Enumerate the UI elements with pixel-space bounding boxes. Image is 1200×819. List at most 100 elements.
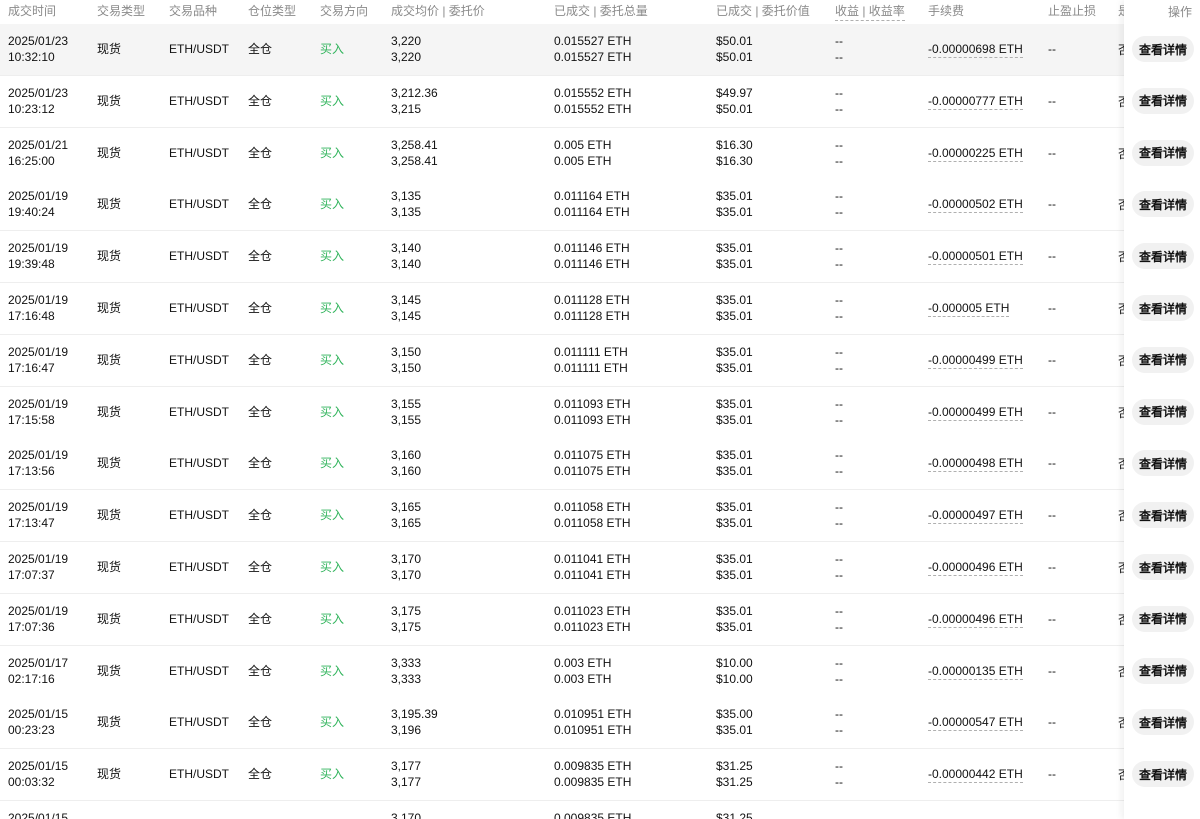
cell-tpsl: --	[1048, 663, 1056, 678]
cell-time: 2025/01/23 10:23:12	[8, 85, 68, 117]
view-details-button[interactable]: 查看详情	[1132, 450, 1194, 477]
view-details-button[interactable]: 查看详情	[1132, 139, 1194, 166]
view-details-button[interactable]: 查看详情	[1132, 554, 1194, 580]
cell-price: 3,155 3,155	[391, 396, 421, 428]
cell-direction-wrap: 买入	[320, 611, 344, 627]
view-details-button[interactable]: 查看详情	[1132, 761, 1194, 788]
cell-time: 2025/01/19 17:13:47	[8, 499, 68, 531]
cell-tpsl: --	[1048, 404, 1056, 419]
view-details-button[interactable]: 查看详情	[1132, 502, 1194, 529]
cell-fee-wrap: -0.00000135 ETH	[928, 663, 1023, 680]
cell-position-type-wrap: 全仓	[248, 145, 272, 161]
cell-value-secondary: $35.01	[716, 619, 753, 634]
view-details-button[interactable]: 查看详情	[1132, 36, 1194, 62]
cell-symbol-wrap: ETH/USDT	[169, 663, 229, 679]
header-symbol: 交易品种	[169, 4, 218, 18]
cell-pnl-primary: --	[835, 34, 843, 48]
cell-amount: 0.009835 ETH	[554, 810, 631, 819]
view-details-button[interactable]: 查看详情	[1132, 657, 1194, 684]
cell-position-type: 全仓	[248, 508, 273, 523]
cell-symbol: ETH/USDT	[169, 197, 229, 212]
cell-time-secondary: 10:23:12	[8, 101, 55, 116]
cell-amount-primary: 0.011023 ETH	[554, 603, 631, 618]
view-details-button[interactable]: 查看详情	[1132, 243, 1194, 270]
cell-amount-secondary: 0.011058 ETH	[554, 516, 631, 531]
view-details-button[interactable]: 查看详情	[1132, 709, 1194, 736]
cell-price: 3,175 3,175	[391, 603, 421, 635]
view-details-button[interactable]: 查看详情	[1132, 295, 1194, 321]
cell-fee-wrap: -0.00000496 ETH	[928, 559, 1023, 576]
cell-symbol-wrap: ETH/USDT	[169, 714, 229, 730]
cell-pnl-secondary: --	[835, 671, 843, 686]
cell-symbol-wrap: ETH/USDT	[169, 300, 229, 316]
cell-trade-type-wrap: 现货	[97, 611, 121, 627]
cell-value-secondary: $35.01	[716, 360, 753, 375]
cell-value-secondary: $50.01	[716, 101, 753, 116]
cell-price-secondary: 3,150	[391, 360, 422, 375]
cell-tpsl-wrap: --	[1048, 404, 1056, 420]
cell-pnl-primary: --	[835, 85, 843, 100]
cell-value: $35.01 $35.01	[716, 447, 753, 479]
cell-fee-wrap: -0.00000499 ETH	[928, 404, 1023, 421]
cell-fee-wrap: -0.00000499 ETH	[928, 352, 1023, 369]
cell-price: 3,212.36 3,215	[391, 85, 438, 117]
header-trade-type: 交易类型	[97, 4, 146, 18]
cell-symbol-wrap: ETH/USDT	[169, 248, 229, 264]
cell-trade-type: 现货	[97, 715, 122, 730]
cell-amount: 0.011041 ETH 0.011041 ETH	[554, 551, 631, 583]
cell-direction: 买入	[320, 145, 345, 160]
view-details-button[interactable]: 查看详情	[1132, 398, 1194, 425]
cell-direction: 买入	[320, 42, 345, 56]
cell-price: 3,220 3,220	[391, 33, 421, 65]
cell-time-secondary: 19:40:24	[8, 205, 55, 220]
cell-direction-wrap: 买入	[320, 714, 344, 730]
view-details-button[interactable]: 查看详情	[1132, 346, 1194, 373]
cell-direction-wrap: 买入	[320, 404, 344, 420]
view-details-button[interactable]: 查看详情	[1132, 191, 1194, 218]
cell-amount-secondary: 0.015552 ETH	[554, 101, 632, 116]
cell-position-type-wrap: 全仓	[248, 93, 272, 109]
cell-value: $35.01 $35.01	[716, 240, 753, 272]
cell-price-primary: 3,160	[391, 448, 422, 463]
cell-amount-primary: 0.010951 ETH	[554, 707, 632, 722]
cell-price-secondary: 3,170	[391, 568, 422, 582]
cell-amount-primary: 0.011058 ETH	[554, 500, 631, 515]
cell-time-primary: 2025/01/23	[8, 34, 69, 48]
cell-price-primary: 3,195.39	[391, 707, 438, 722]
cell-value-primary: $50.01	[716, 34, 753, 48]
cell-position-type-wrap: 全仓	[248, 611, 272, 627]
cell-amount-secondary: 0.003 ETH	[554, 671, 612, 686]
header-position-type: 仓位类型	[248, 4, 297, 18]
cell-amount-primary: 0.011146 ETH	[554, 241, 630, 256]
cell-direction: 买入	[320, 352, 345, 367]
view-details-button[interactable]: 查看详情	[1132, 87, 1194, 114]
table-row: 2025/01/19 19:40:24 现货 ETH/USDT 全仓 买入 3,135 3,1…	[0, 179, 1200, 232]
cell-tpsl-wrap: --	[1048, 248, 1056, 264]
view-details-button[interactable]: 查看详情	[1132, 605, 1194, 632]
cell-amount-primary: 0.015527 ETH	[554, 34, 632, 48]
table-row: 2025/01/15 3,170 0.009835 ETH $31.25	[0, 801, 1200, 819]
table-row: 2025/01/19 19:39:48 现货 ETH/USDT 全仓 买入 3,140 3,1…	[0, 231, 1200, 284]
cell-amount: 0.011111 ETH 0.011111 ETH	[554, 344, 628, 376]
cell-tpsl-wrap: --	[1048, 559, 1056, 575]
cell-value: $35.01 $35.01	[716, 551, 753, 583]
cell-value-primary: $31.25	[716, 759, 753, 774]
cell-amount-secondary: 0.011111 ETH	[554, 360, 628, 375]
cell-fee: -0.00000502 ETH	[928, 197, 1023, 214]
cell-position-type-wrap: 全仓	[248, 248, 272, 264]
cell-tpsl: --	[1048, 249, 1056, 264]
cell-time-primary: 2025/01/17	[8, 655, 69, 670]
cell-fee: -0.000005 ETH	[928, 301, 1010, 317]
cell-amount-secondary: 0.011075 ETH	[554, 464, 631, 479]
cell-amount: 0.005 ETH 0.005 ETH	[554, 137, 611, 169]
cell-fee-wrap: -0.00000225 ETH	[928, 145, 1023, 162]
cell-time-primary: 2025/01/19	[8, 293, 69, 307]
cell-position-type-wrap: 全仓	[248, 559, 272, 575]
cell-value-secondary: $10.00	[716, 671, 753, 686]
cell-trade-type-wrap: 现货	[97, 300, 121, 316]
cell-time-primary: 2025/01/19	[8, 603, 69, 618]
cell-pnl-secondary: --	[835, 50, 843, 64]
cell-direction-wrap: 买入	[320, 352, 344, 368]
cell-trade-type: 现货	[97, 249, 122, 264]
cell-trade-type: 现货	[97, 611, 122, 626]
